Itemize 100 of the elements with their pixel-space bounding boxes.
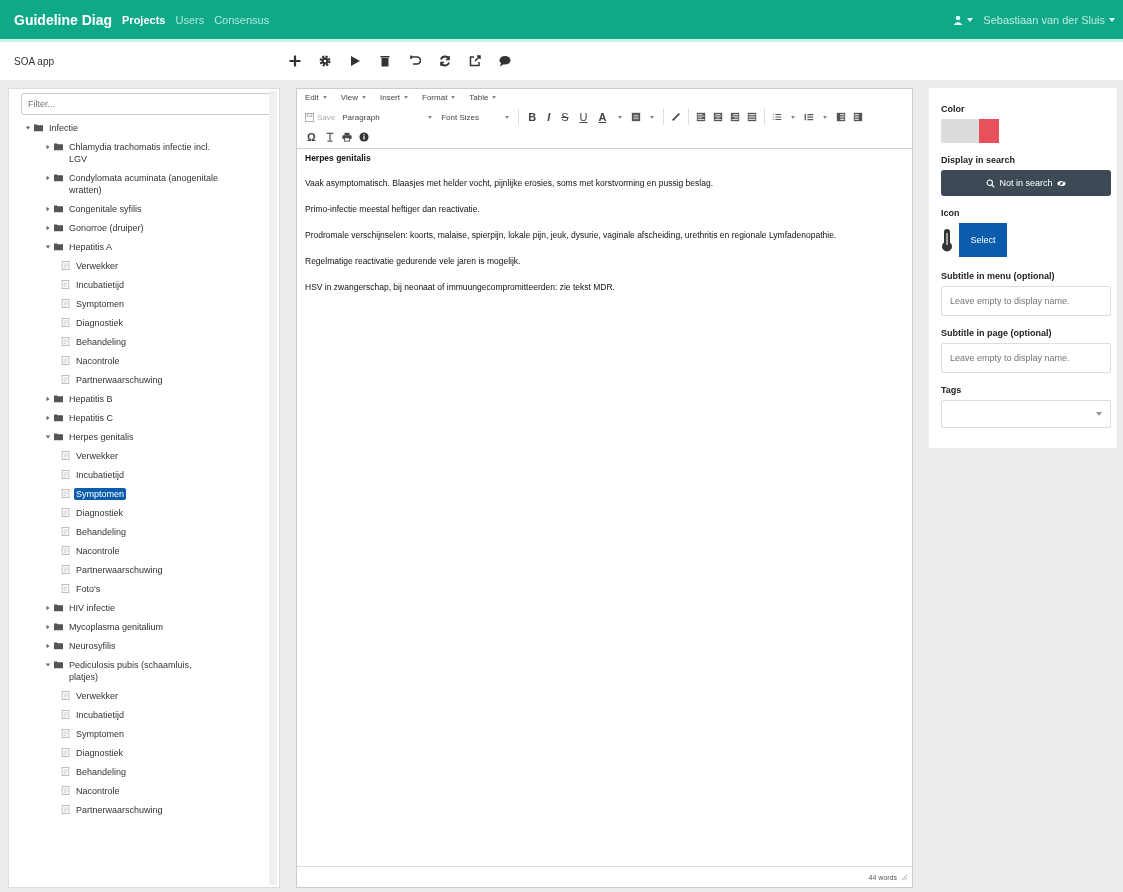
scrollbar[interactable] xyxy=(269,91,277,885)
tree-item[interactable]: Congenitale syfilis xyxy=(67,203,144,215)
align-left-icon[interactable] xyxy=(695,112,706,122)
tree-item[interactable]: Symptomen xyxy=(74,728,127,740)
comment-icon[interactable] xyxy=(499,55,511,67)
caret-right-icon[interactable] xyxy=(45,144,51,150)
caret-right-icon[interactable] xyxy=(45,624,51,630)
tree-item[interactable]: Partnerwaarschuwing xyxy=(74,804,165,816)
tree-item[interactable]: Mycoplasma genitalium xyxy=(67,621,166,633)
tree-item[interactable]: Condylomata acuminata (anogenitale wratten) xyxy=(67,172,221,196)
share-icon[interactable] xyxy=(469,55,481,67)
menu-item[interactable]: Table xyxy=(469,93,499,102)
special-character-button[interactable]: Ω xyxy=(305,131,318,143)
caret-down-icon[interactable] xyxy=(45,244,51,250)
settings-icon[interactable] xyxy=(319,55,331,67)
tree-item[interactable]: Infectie xyxy=(47,122,81,134)
select-button[interactable]: Select xyxy=(959,223,1007,257)
search-icon xyxy=(986,178,996,188)
tree-item[interactable]: Symptomen xyxy=(74,488,127,500)
play-icon[interactable] xyxy=(349,55,361,67)
tree-item[interactable]: Partnerwaarschuwing xyxy=(74,374,165,386)
trash-icon[interactable] xyxy=(379,55,391,67)
format-button[interactable]: I xyxy=(545,111,553,123)
tree-item[interactable]: Diagnostiek xyxy=(74,317,126,329)
bullet-list-icon[interactable] xyxy=(771,112,782,122)
menu-item[interactable]: View xyxy=(340,93,368,102)
tree-item[interactable]: Diagnostiek xyxy=(74,747,126,759)
link-icon[interactable] xyxy=(670,112,681,122)
tree-item[interactable]: Verwekker xyxy=(74,450,121,462)
search-toggle-button[interactable]: Not in search xyxy=(941,170,1111,196)
folder-icon xyxy=(54,660,63,669)
tree-item[interactable]: Behandeling xyxy=(74,336,129,348)
document-icon xyxy=(61,318,70,327)
format-button[interactable]: B xyxy=(526,111,539,123)
folder-icon xyxy=(54,142,63,151)
refresh-icon[interactable] xyxy=(439,55,451,67)
tree-item[interactable]: Pediculosis pubis (schaamluis, platjes) xyxy=(67,659,221,683)
tree-item[interactable]: HIV infectie xyxy=(67,602,118,614)
undo-icon[interactable] xyxy=(409,55,421,67)
outdent-icon[interactable] xyxy=(835,112,846,122)
tree-item[interactable]: Behandeling xyxy=(74,766,129,778)
caret-right-icon[interactable] xyxy=(45,175,51,181)
tree-item[interactable]: Partnerwaarschuwing xyxy=(74,564,165,576)
tree-item[interactable]: Verwekker xyxy=(74,690,121,702)
highlight-icon[interactable] xyxy=(630,112,641,122)
menu-item[interactable]: Format xyxy=(422,93,458,102)
caret-icon[interactable] xyxy=(967,17,974,22)
format-button[interactable]: U xyxy=(577,111,590,123)
tree-item[interactable]: Hepatitis A xyxy=(67,241,115,253)
indent-icon[interactable] xyxy=(852,112,863,122)
resize-handle-icon[interactable] xyxy=(901,873,908,881)
numbered-list-icon[interactable] xyxy=(803,112,814,122)
clear-formatting-icon[interactable] xyxy=(324,132,335,142)
caret-down-icon[interactable] xyxy=(25,125,31,131)
document-icon xyxy=(61,280,70,289)
tree-item[interactable]: Behandeling xyxy=(74,526,129,538)
help-icon[interactable] xyxy=(358,132,369,142)
tree-item[interactable]: Nacontrole xyxy=(74,355,122,367)
tree-item[interactable]: Nacontrole xyxy=(74,785,122,797)
tree-item[interactable]: Verwekker xyxy=(74,260,121,272)
document-icon xyxy=(61,729,70,738)
tree-item[interactable]: Diagnostiek xyxy=(74,507,126,519)
block-format-dropdown[interactable]: Paragraph xyxy=(342,112,435,122)
menu-item[interactable]: Insert xyxy=(380,93,410,102)
format-button[interactable]: S xyxy=(559,111,571,123)
tree-item[interactable]: Nacontrole xyxy=(74,545,122,557)
plus-icon[interactable] xyxy=(289,55,301,67)
color-picker[interactable] xyxy=(941,119,999,143)
tree-item[interactable]: Chlamydia trachomatis infectie incl. LGV xyxy=(67,141,221,165)
tree-item[interactable]: Gonorroe (druiper) xyxy=(67,222,146,234)
format-button[interactable]: A xyxy=(596,111,609,123)
tree-item[interactable]: Incubatietijd xyxy=(74,469,127,481)
document-icon xyxy=(61,527,70,536)
tree-item[interactable]: Incubatietijd xyxy=(74,709,127,721)
caret-right-icon[interactable] xyxy=(45,396,51,402)
folder-icon xyxy=(54,173,63,182)
tree-item[interactable]: Symptomen xyxy=(74,298,127,310)
subtitle-field[interactable]: Leave empty to display name. xyxy=(941,286,1111,316)
tree-item[interactable]: Hepatitis B xyxy=(67,393,115,405)
caret-down-icon[interactable] xyxy=(45,662,51,668)
align-right-icon[interactable] xyxy=(729,112,740,122)
menu-item[interactable]: Edit xyxy=(305,93,329,102)
subtitle-field[interactable]: Leave empty to display name. xyxy=(941,343,1111,373)
tree-item[interactable]: Neurosyfilis xyxy=(67,640,118,652)
caret-icon[interactable] xyxy=(1109,17,1115,22)
tree-item[interactable]: Foto's xyxy=(74,583,103,595)
caret-right-icon[interactable] xyxy=(45,415,51,421)
user-icon[interactable] xyxy=(953,14,964,25)
align-justify-icon[interactable] xyxy=(746,112,757,122)
tree-item[interactable]: Herpes genitalis xyxy=(67,431,136,443)
caret-right-icon[interactable] xyxy=(45,643,51,649)
caret-right-icon[interactable] xyxy=(45,206,51,212)
caret-right-icon[interactable] xyxy=(45,225,51,231)
font-size-dropdown[interactable]: Font Sizes xyxy=(441,112,512,122)
print-icon[interactable] xyxy=(341,132,352,142)
caret-down-icon[interactable] xyxy=(45,434,51,440)
align-center-icon[interactable] xyxy=(712,112,723,122)
caret-right-icon[interactable] xyxy=(45,605,51,611)
tree-item[interactable]: Hepatitis C xyxy=(67,412,115,424)
tree-item[interactable]: Incubatietijd xyxy=(74,279,127,291)
